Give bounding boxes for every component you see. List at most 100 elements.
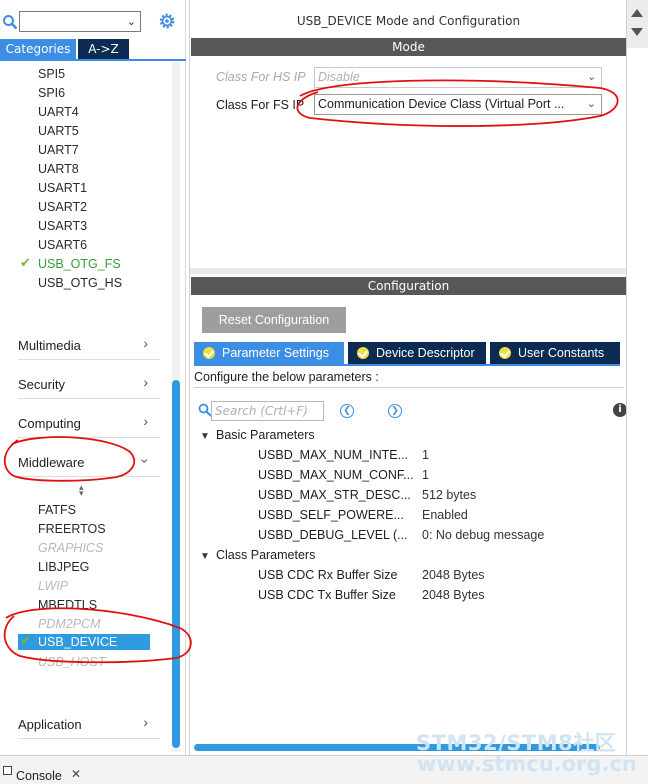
list-item-usart6[interactable]: USART6 — [38, 238, 87, 252]
category-security[interactable]: Security › — [18, 371, 160, 399]
fs-ip-value: Communication Device Class (Virtual Port… — [318, 97, 565, 111]
chevron-right-icon: › — [143, 714, 148, 730]
list-item-freertos[interactable]: FREERTOS — [38, 522, 106, 536]
chevron-right-icon: › — [143, 413, 148, 429]
reset-configuration-button[interactable]: Reset Configuration — [202, 307, 346, 333]
param-name[interactable]: USBD_MAX_STR_DESC... — [258, 488, 411, 502]
list-item-usb-otg-fs[interactable]: USB_OTG_FS — [38, 257, 121, 271]
param-name[interactable]: USB CDC Tx Buffer Size — [258, 588, 396, 602]
tab-label: User Constants — [518, 346, 605, 360]
group-label: Class Parameters — [216, 548, 316, 562]
list-item-usb-device[interactable]: USB_DEVICE — [18, 634, 150, 650]
list-item-uart4[interactable]: UART4 — [38, 105, 79, 119]
previous-icon[interactable]: ❮ — [340, 404, 354, 418]
collapse-icon[interactable]: ▼ — [200, 551, 216, 562]
list-item-uart5[interactable]: UART5 — [38, 124, 79, 138]
check-icon: ✔ — [20, 256, 31, 271]
list-item-spi6[interactable]: SPI6 — [38, 86, 65, 100]
drag-handle-icon[interactable]: ▴ ▾ — [79, 484, 84, 499]
tab-label: Parameter Settings — [222, 346, 329, 360]
hs-ip-value: Disable — [318, 70, 360, 84]
list-item-usart3[interactable]: USART3 — [38, 219, 87, 233]
close-icon[interactable]: ✕ — [71, 767, 81, 781]
tab-underline — [0, 59, 186, 61]
tab-user-constants[interactable]: User Constants — [490, 342, 620, 364]
divider — [194, 387, 624, 388]
param-name[interactable]: USBD_MAX_NUM_CONF... — [258, 468, 414, 482]
param-name[interactable]: USBD_SELF_POWERE... — [258, 508, 404, 522]
list-item-graphics: GRAPHICS — [38, 541, 104, 555]
param-value[interactable]: 512 bytes — [422, 488, 476, 502]
console-tab[interactable]: Console — [16, 769, 62, 783]
category-middleware[interactable]: Middleware › — [18, 449, 160, 477]
param-value[interactable]: Enabled — [422, 508, 468, 522]
chevron-down-icon: ⌄ — [586, 71, 596, 83]
parameter-tabs: Parameter Settings Device Descriptor Use… — [194, 342, 620, 364]
list-item-pdm2pcm: PDM2PCM — [38, 617, 101, 631]
info-icon[interactable]: i — [613, 403, 627, 417]
list-item-usb-host: USB_HOST — [38, 655, 106, 669]
category-label: Middleware — [18, 455, 85, 470]
param-name[interactable]: USB CDC Rx Buffer Size — [258, 568, 397, 582]
check-circle-icon — [203, 347, 215, 359]
side-strip — [626, 0, 648, 755]
check-circle-icon — [357, 347, 369, 359]
category-label: Security — [18, 377, 65, 392]
category-search-combo[interactable]: ⌄ — [19, 11, 141, 32]
vertical-scrollbar-thumb[interactable] — [172, 380, 180, 748]
list-item-mbedtls[interactable]: MBEDTLS — [38, 598, 97, 612]
tab-parameter-settings[interactable]: Parameter Settings — [194, 342, 344, 364]
next-icon[interactable]: ❯ — [388, 404, 402, 418]
param-value[interactable]: 1 — [422, 468, 429, 482]
hs-ip-select: Disable ⌄ — [314, 67, 602, 88]
param-value[interactable]: 2048 Bytes — [422, 568, 485, 582]
param-value[interactable]: 1 — [422, 448, 429, 462]
tab-a-to-z[interactable]: A->Z — [78, 39, 129, 59]
chevron-down-icon[interactable]: ⌄ — [127, 15, 136, 28]
category-label: Application — [18, 717, 82, 732]
list-item-usb-otg-hs[interactable]: USB_OTG_HS — [38, 276, 122, 290]
param-value[interactable]: 0: No debug message — [422, 528, 544, 542]
left-panel: ⌄ Categories A->Z SPI5 SPI6 UART4 UART5 … — [0, 0, 186, 755]
category-multimedia[interactable]: Multimedia › — [18, 332, 160, 360]
list-item-usart1[interactable]: USART1 — [38, 181, 87, 195]
tab-label: Device Descriptor — [376, 346, 475, 360]
tab-categories[interactable]: Categories — [0, 39, 76, 59]
chevron-down-icon[interactable]: ⌄ — [587, 95, 596, 114]
collapse-up-icon[interactable] — [631, 9, 643, 17]
fs-ip-select[interactable]: Communication Device Class (Virtual Port… — [314, 94, 602, 115]
list-item-fatfs[interactable]: FATFS — [38, 503, 76, 517]
category-application[interactable]: Application › — [18, 711, 160, 739]
list-item-uart8[interactable]: UART8 — [38, 162, 79, 176]
tab-device-descriptor[interactable]: Device Descriptor — [348, 342, 486, 364]
fs-ip-label: Class For FS IP — [216, 98, 305, 112]
group-class-parameters[interactable]: ▼ Class Parameters — [200, 548, 315, 562]
console-icon — [3, 766, 12, 775]
collapse-icon[interactable]: ▼ — [200, 431, 216, 442]
chevron-down-icon: › — [137, 458, 154, 464]
search-icon[interactable] — [2, 14, 18, 30]
gear-icon[interactable] — [157, 11, 177, 31]
group-basic-parameters[interactable]: ▼ Basic Parameters — [200, 428, 315, 442]
param-name[interactable]: USBD_MAX_NUM_INTE... — [258, 448, 408, 462]
mode-configuration-panel: USB_DEVICE Mode and Configuration Mode C… — [189, 0, 627, 755]
param-value[interactable]: 2048 Bytes — [422, 588, 485, 602]
list-item-libjpeg[interactable]: LIBJPEG — [38, 560, 89, 574]
list-item-spi5[interactable]: SPI5 — [38, 67, 65, 81]
mode-header: Mode — [191, 38, 626, 56]
left-tabs: Categories A->Z — [0, 39, 186, 59]
list-item-uart7[interactable]: UART7 — [38, 143, 79, 157]
search-icon[interactable] — [198, 403, 212, 417]
category-label: Multimedia — [18, 338, 81, 353]
param-name[interactable]: USBD_DEBUG_LEVEL (... — [258, 528, 408, 542]
parameter-search-input[interactable]: Search (Crtl+F) — [211, 401, 324, 421]
splitter[interactable] — [190, 268, 627, 274]
category-computing[interactable]: Computing › — [18, 410, 160, 438]
strip-header — [627, 0, 648, 48]
left-toolbar: ⌄ — [0, 8, 186, 36]
configuration-header: Configuration — [191, 277, 626, 295]
expand-down-icon[interactable] — [631, 28, 643, 36]
panel-title: USB_DEVICE Mode and Configuration — [296, 14, 521, 28]
check-circle-icon — [499, 347, 511, 359]
list-item-usart2[interactable]: USART2 — [38, 200, 87, 214]
